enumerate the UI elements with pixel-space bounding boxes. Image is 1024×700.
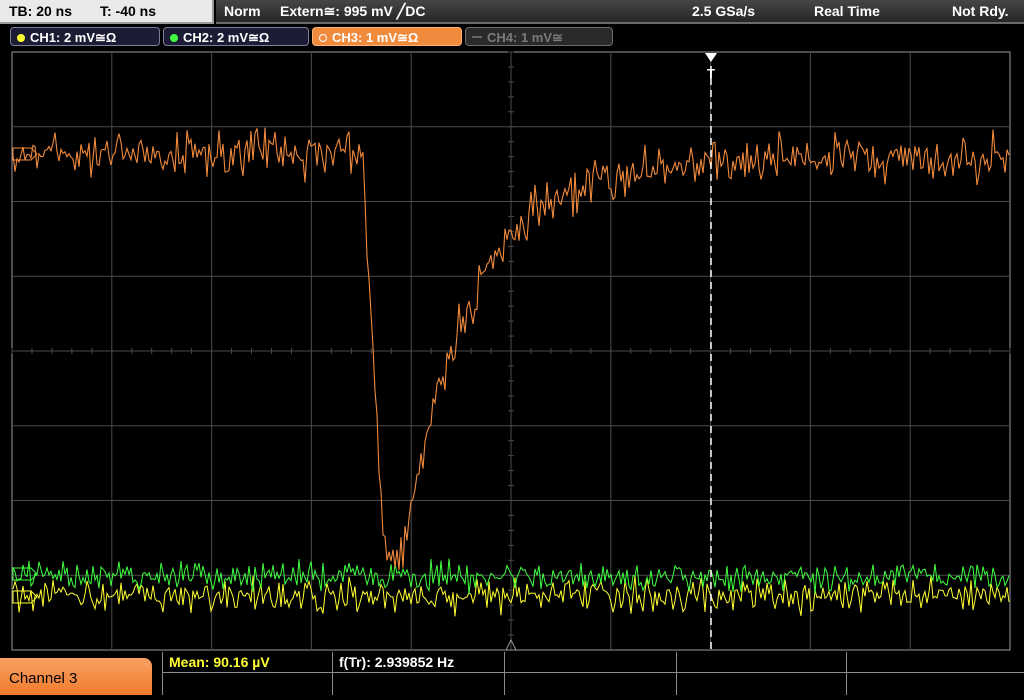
measurement-slot[interactable] xyxy=(847,652,1024,673)
tab-ch3[interactable]: CH3: 1 mV≅Ω xyxy=(312,27,462,46)
measurement-slot[interactable] xyxy=(847,673,1024,695)
top-status-bar: TB: 20 ns T: -40 ns Norm Extern≅: 995 mV… xyxy=(0,0,1024,24)
tab-ch4-label: CH4: 1 mV≅ xyxy=(487,30,563,45)
timebase-readout: TB: 20 ns xyxy=(9,3,73,19)
acquisition-mode: Real Time xyxy=(814,3,880,19)
frequency-measurement[interactable]: f(Tr): 2.939852 Hz xyxy=(333,652,505,673)
sample-rate: 2.5 GSa/s xyxy=(692,3,756,19)
tab-ch3-label: CH3: 1 mV≅Ω xyxy=(332,30,419,45)
mean-measurement[interactable]: Mean: 90.16 µV xyxy=(163,652,333,673)
ch3-color-icon xyxy=(319,34,327,42)
trigger-mode: Norm xyxy=(224,3,261,19)
trigger-marker-label: T xyxy=(707,66,715,81)
measurement-slot[interactable] xyxy=(677,652,847,673)
measurement-slot[interactable] xyxy=(333,673,505,695)
ch1-color-icon xyxy=(17,34,25,42)
ch4-color-icon xyxy=(472,36,482,38)
tab-ch1[interactable]: CH1: 2 mV≅Ω xyxy=(10,27,160,46)
tab-ch2[interactable]: CH2: 2 mV≅Ω xyxy=(163,27,309,46)
measurement-slot[interactable] xyxy=(505,673,677,695)
waveform-display[interactable]: T xyxy=(0,48,1024,652)
tab-ch1-label: CH1: 2 mV≅Ω xyxy=(30,30,117,45)
tab-ch2-label: CH2: 2 mV≅Ω xyxy=(183,30,270,45)
trigger-time-readout: T: -40 ns xyxy=(100,3,157,19)
ch2-color-icon xyxy=(170,34,178,42)
measurement-slot[interactable] xyxy=(163,673,333,695)
timebase-panel[interactable]: TB: 20 ns T: -40 ns xyxy=(0,0,214,24)
measurement-slot[interactable] xyxy=(677,673,847,695)
acquisition-status-bar[interactable]: Norm Extern≅: 995 mV ╱DC 2.5 GSa/s Real … xyxy=(216,0,1024,24)
trigger-source: Extern≅: 995 mV ╱DC xyxy=(280,3,426,19)
measurement-bar: Channel 3 Mean: 90.16 µV f(Tr): 2.939852… xyxy=(0,652,1024,695)
acquisition-state: Not Rdy. xyxy=(952,3,1009,19)
tab-ch4[interactable]: CH4: 1 mV≅ xyxy=(465,27,613,46)
measurement-table: Mean: 90.16 µV f(Tr): 2.939852 Hz xyxy=(162,652,1024,695)
selected-channel-label[interactable]: Channel 3 xyxy=(0,658,152,695)
measurement-slot[interactable] xyxy=(505,652,677,673)
